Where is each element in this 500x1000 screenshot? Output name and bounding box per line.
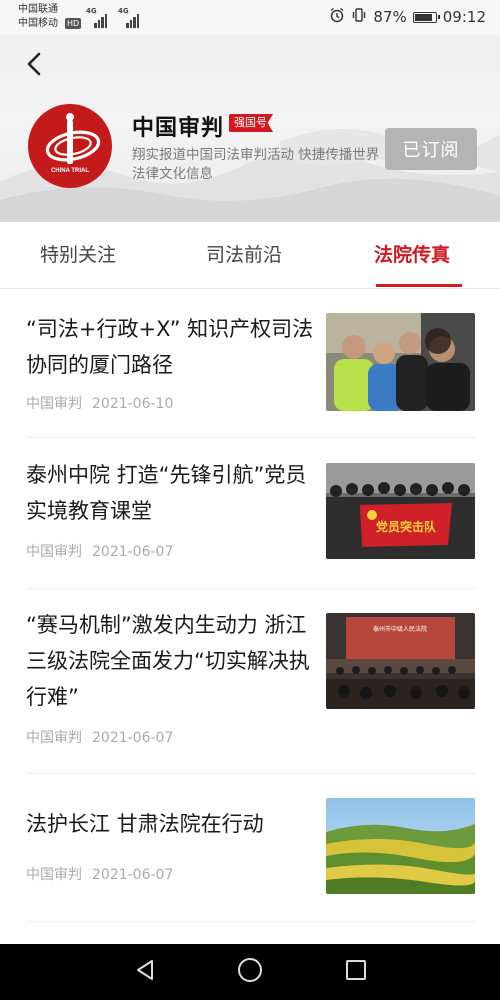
svg-text:CHINA TRIAL: CHINA TRIAL [51, 168, 89, 174]
tab-special-focus[interactable]: 特别关注 [40, 240, 116, 267]
back-triangle-icon[interactable] [133, 958, 157, 982]
active-tab-indicator [376, 284, 462, 287]
article-title: “司法+行政+X” 知识产权司法协同的厦门路径 [26, 317, 314, 377]
article-item[interactable]: 泰州中院 打造“先锋引航”党员实境教育课堂 中国审判 2021-06-07 党员突… [0, 439, 500, 589]
svg-text:泰州市中级人民法院: 泰州市中级人民法院 [373, 625, 427, 633]
carrier-2: 中国移动 [18, 18, 58, 29]
article-item[interactable]: “赛马机制”激发内生动力 浙江三级法院全面发力“切实解决执行难” 中国审判 202… [0, 589, 500, 774]
battery-percent: 87% [373, 8, 407, 26]
qiangguo-badge: 强国号 [229, 114, 273, 132]
chevron-left-icon [27, 52, 41, 76]
article-date: 2021-06-10 [92, 396, 174, 412]
status-bar: 中国联通 中国移动 HD 4G 4G 87% 09:12 [0, 0, 500, 34]
article-meta: 中国审判 2021-06-07 [26, 864, 173, 884]
article-item[interactable]: “司法+行政+X” 知识产权司法协同的厦门路径 中国审判 2021-06-10 [0, 289, 500, 439]
article-source: 中国审判 [26, 544, 82, 560]
article-source: 中国审判 [26, 867, 82, 883]
back-button[interactable] [20, 50, 52, 82]
battery-icon [412, 11, 440, 23]
article-meta: 中国审判 2021-06-10 [26, 393, 173, 413]
account-name: 中国审判 [132, 116, 225, 141]
article-date: 2021-06-07 [92, 867, 174, 883]
china-trial-logo-icon: CHINA TRIAL [29, 105, 111, 187]
home-circle-icon[interactable] [238, 958, 262, 982]
article-title: 法护长江 甘肃法院在行动 [26, 812, 264, 836]
carrier-1: 中国联通 [18, 4, 58, 15]
hd-badge: HD [65, 18, 82, 29]
divider [26, 437, 475, 438]
article-title: 泰州中院 打造“先锋引航”党员实境教育课堂 [26, 463, 307, 523]
article-title: “赛马机制”激发内生动力 浙江三级法院全面发力“切实解决执行难” [26, 613, 310, 709]
article-meta: 中国审判 2021-06-07 [26, 541, 173, 561]
article-item[interactable]: 法护长江 甘肃法院在行动 中国审判 2021-06-07 [0, 774, 500, 922]
article-date: 2021-06-07 [92, 730, 174, 746]
vibrate-icon [351, 7, 367, 27]
subscribe-button[interactable]: 已订阅 [385, 128, 477, 170]
clock: 09:12 [442, 8, 486, 26]
tab-judicial-frontier[interactable]: 司法前沿 [206, 240, 282, 267]
signal-icon [126, 9, 140, 28]
divider [26, 921, 475, 922]
article-thumbnail: 泰州市中级人民法院 [326, 613, 475, 709]
article-thumbnail: 党员突击队 [326, 463, 475, 559]
svg-text:党员突击队: 党员突击队 [376, 519, 437, 534]
tab-court-news[interactable]: 法院传真 [374, 240, 450, 267]
signal-icon [94, 9, 108, 28]
category-tabs: 特别关注 司法前沿 法院传真 [0, 222, 500, 289]
article-source: 中国审判 [26, 730, 82, 746]
system-nav-bar [0, 944, 500, 1000]
article-thumbnail [326, 313, 475, 411]
article-meta: 中国审判 2021-06-07 [26, 727, 173, 747]
article-thumbnail [326, 798, 475, 894]
account-description: 翔实报道中国司法审判活动 快捷传播世界法律文化信息 [132, 147, 380, 182]
account-header: CHINA TRIAL 中国审判 强国号 翔实报道中国司法审判活动 快捷传播世界… [0, 34, 500, 222]
account-logo: CHINA TRIAL [28, 104, 112, 188]
recent-square-icon[interactable] [346, 960, 366, 980]
alarm-icon [329, 7, 345, 27]
article-date: 2021-06-07 [92, 544, 174, 560]
article-source: 中国审判 [26, 396, 82, 412]
